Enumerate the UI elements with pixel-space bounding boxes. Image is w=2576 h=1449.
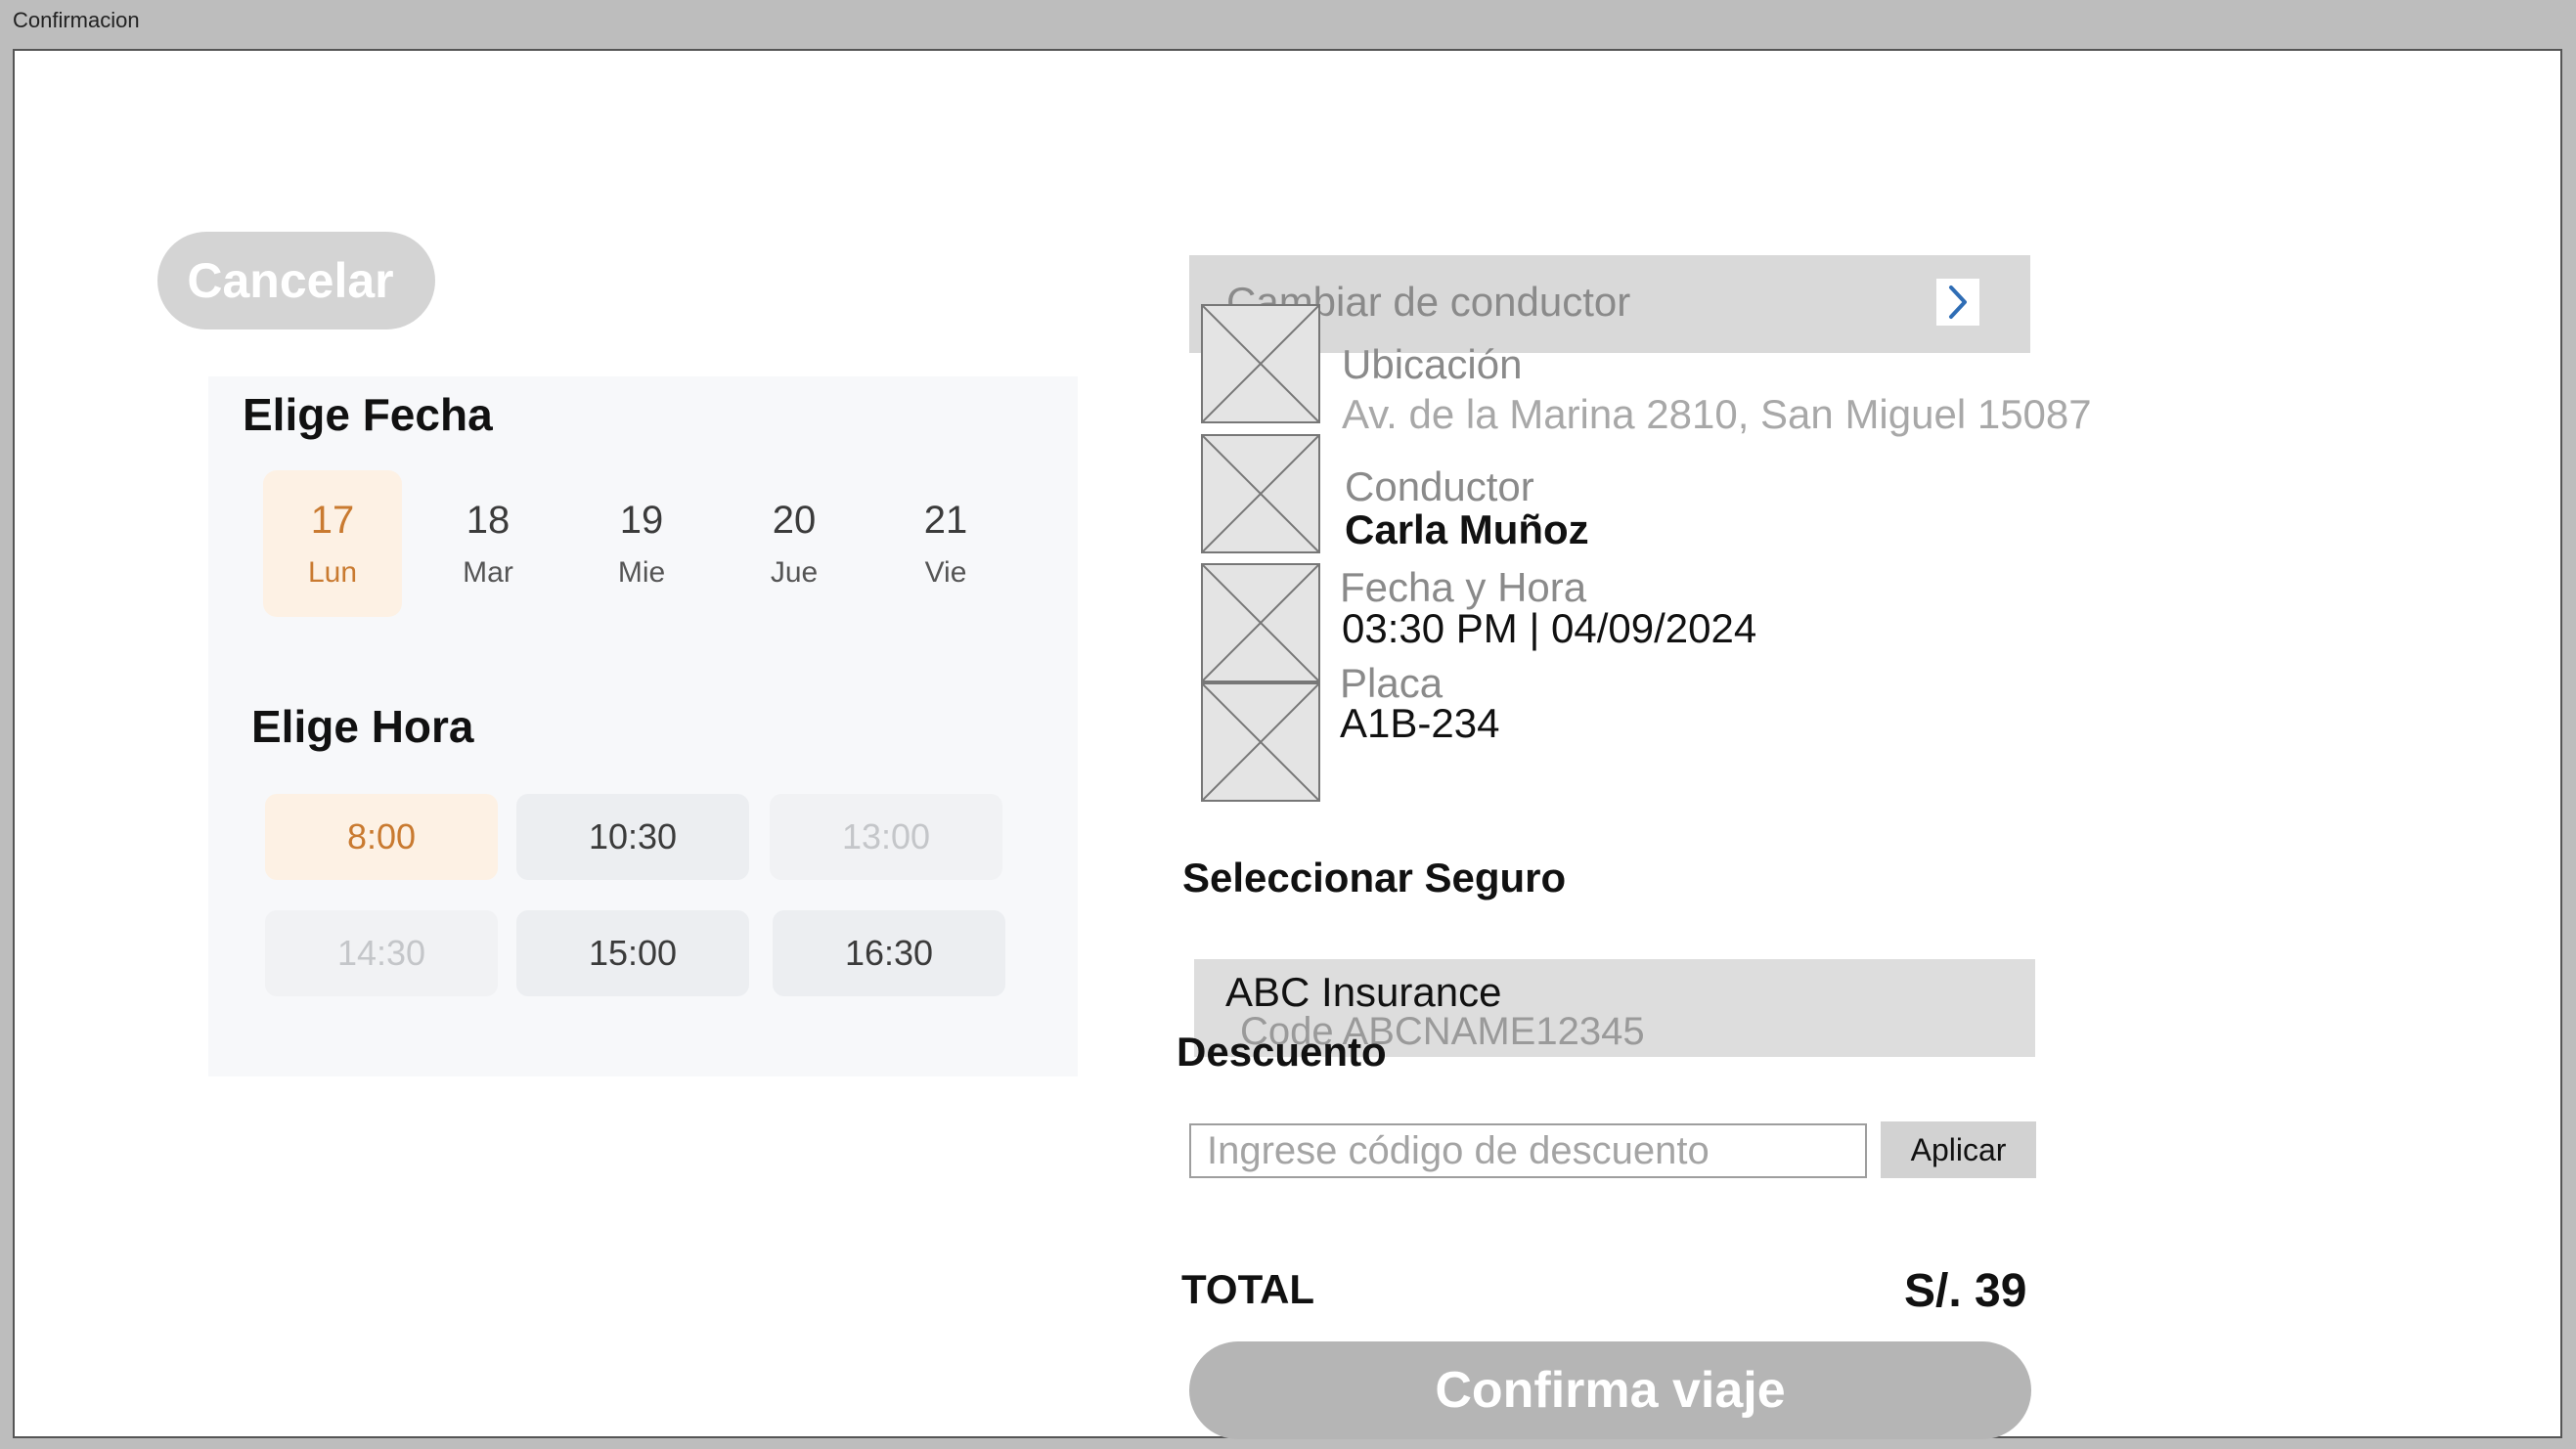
driver-image-placeholder-icon [1201,434,1320,553]
window-title: Confirmacion [13,8,140,32]
day-number: 18 [466,498,511,542]
discount-section-label: Descuento [1177,1029,1387,1075]
confirm-trip-button[interactable]: Confirma viaje [1189,1341,2031,1439]
window-titlebar: Confirmacion [0,0,2576,49]
day-option-20[interactable]: 20 Jue [725,470,864,617]
date-picker-title: Elige Fecha [243,389,493,440]
datetime-value: 03:30 PM | 04/09/2024 [1342,605,1757,651]
day-weekday: Mar [463,555,513,589]
day-number: 17 [310,498,355,542]
day-weekday: Lun [307,555,358,589]
day-number: 20 [772,498,817,542]
plate-image-placeholder-icon [1201,682,1320,802]
discount-code-input[interactable] [1189,1123,1867,1178]
datetime-label: Fecha y Hora [1340,564,1587,610]
total-amount: S/. 39 [1904,1265,2027,1317]
screen-frame: Cancelar Elige Fecha 17 Lun 18 Mar 19 Mi… [13,49,2562,1439]
datetime-image-placeholder-icon [1201,563,1320,682]
location-value: Av. de la Marina 2810, San Miguel 15087 [1342,391,2092,437]
time-slot-1430: 14:30 [265,910,498,996]
day-weekday: Vie [924,555,967,589]
apply-discount-button[interactable]: Aplicar [1881,1121,2036,1178]
time-slot-1630[interactable]: 16:30 [773,910,1005,996]
insurance-name: ABC Insurance [1225,969,1502,1015]
time-picker-title: Elige Hora [251,701,474,752]
total-label: TOTAL [1181,1266,1315,1312]
time-slot-1030[interactable]: 10:30 [516,794,749,880]
day-option-18[interactable]: 18 Mar [419,470,557,617]
location-image-placeholder-icon [1201,304,1320,423]
cancel-button[interactable]: Cancelar [157,232,435,329]
day-option-19[interactable]: 19 Mie [572,470,711,617]
time-slot-1500[interactable]: 15:00 [516,910,749,996]
plate-value: A1B-234 [1340,700,1500,746]
time-slot-1300: 13:00 [770,794,1002,880]
day-number: 21 [923,498,968,542]
driver-name: Carla Muñoz [1345,506,1589,552]
insurance-section-label: Seleccionar Seguro [1182,855,1567,900]
driver-label: Conductor [1345,463,1534,509]
location-label: Ubicación [1342,341,1523,387]
day-number: 19 [619,498,664,542]
date-time-picker: Elige Fecha 17 Lun 18 Mar 19 Mie 20 Jue … [208,376,1078,1076]
time-slot-800[interactable]: 8:00 [265,794,498,880]
day-option-17[interactable]: 17 Lun [263,470,402,617]
day-weekday: Mie [617,555,666,589]
day-option-21[interactable]: 21 Vie [876,470,1015,617]
chevron-right-icon [1936,279,1979,326]
day-weekday: Jue [770,555,819,589]
